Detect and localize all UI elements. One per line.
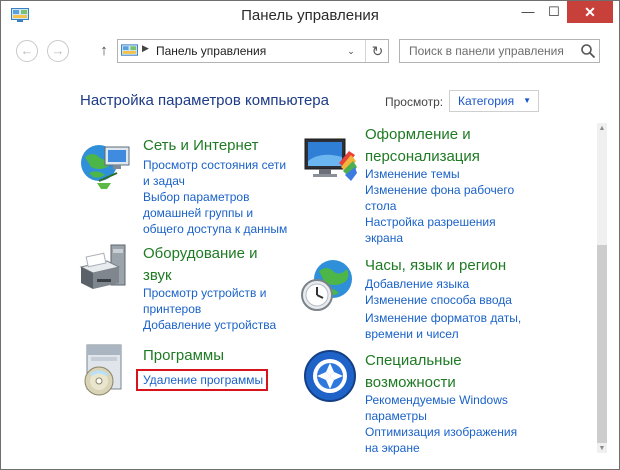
link-add-language[interactable]: Добавление языка: [365, 276, 469, 292]
appearance-monitor-icon[interactable]: [301, 133, 359, 191]
breadcrumb-current[interactable]: Панель управления: [156, 44, 266, 58]
link-recommended-settings[interactable]: Рекомендуемые Windows параметры: [365, 392, 508, 424]
refresh-button[interactable]: ↻: [365, 40, 389, 62]
category-title-line[interactable]: Оборудование и: [143, 243, 258, 265]
control-panel-window: Панель управления — ☐ ✕ ← → ↑ ▶ Панель у…: [0, 0, 620, 470]
title-bar[interactable]: Панель управления — ☐ ✕: [1, 1, 619, 31]
link-change-formats[interactable]: Изменение форматов даты, времени и чисел: [365, 310, 521, 342]
link-line[interactable]: Просмотр устройств и: [143, 285, 266, 301]
category-appearance-title[interactable]: Оформление и персонализация: [365, 124, 480, 168]
link-line[interactable]: общего доступа к данным: [143, 221, 287, 237]
view-by-label: Просмотр:: [385, 95, 444, 109]
link-devices-printers[interactable]: Просмотр устройств и принтеров: [143, 285, 266, 317]
clock-globe-icon[interactable]: [299, 257, 357, 315]
link-line[interactable]: домашней группы и: [143, 205, 287, 221]
category-hardware-title[interactable]: Оборудование и звук: [143, 243, 258, 287]
scrollbar-thumb[interactable]: [597, 245, 607, 443]
view-by-value: Категория: [458, 94, 515, 108]
link-line[interactable]: Добавление языка: [365, 276, 469, 292]
category-clock-title[interactable]: Часы, язык и регион: [365, 255, 506, 277]
category-title-line[interactable]: Сеть и Интернет: [143, 135, 259, 157]
link-line[interactable]: Выбор параметров: [143, 189, 287, 205]
navigation-bar: ← → ↑ ▶ Панель управления ⌄ ↻: [1, 31, 619, 71]
category-title-line[interactable]: звук: [143, 265, 258, 287]
back-button[interactable]: ←: [16, 40, 38, 62]
link-line[interactable]: Изменение форматов даты,: [365, 310, 521, 326]
link-line[interactable]: Изменение способа ввода: [365, 292, 512, 308]
up-button[interactable]: ↑: [97, 40, 111, 62]
link-line[interactable]: и задач: [143, 173, 286, 189]
link-line[interactable]: на экране: [365, 440, 517, 456]
link-line[interactable]: Добавление устройства: [143, 317, 276, 333]
category-title-line[interactable]: Специальные: [365, 350, 462, 372]
category-title-line[interactable]: Часы, язык и регион: [365, 255, 506, 277]
link-line[interactable]: времени и чисел: [365, 326, 521, 342]
scroll-up-arrow-icon[interactable]: ▲: [597, 125, 607, 132]
link-line[interactable]: Настройка разрешения: [365, 214, 496, 230]
address-history-dropdown[interactable]: ⌄: [344, 43, 358, 59]
link-line[interactable]: Оптимизация изображения: [365, 424, 517, 440]
link-network-status[interactable]: Просмотр состояния сети и задач: [143, 157, 286, 189]
category-ease-of-access-title[interactable]: Специальные возможности: [365, 350, 462, 394]
link-line[interactable]: Рекомендуемые Windows: [365, 392, 508, 408]
printer-hardware-icon[interactable]: [77, 241, 135, 299]
link-line[interactable]: Просмотр состояния сети: [143, 157, 286, 173]
link-line[interactable]: принтеров: [143, 301, 266, 317]
ease-of-access-icon[interactable]: [301, 347, 359, 405]
link-line[interactable]: Изменение темы: [365, 166, 460, 182]
category-title-line[interactable]: Оформление и: [365, 124, 480, 146]
search-icon[interactable]: [580, 43, 596, 59]
link-line[interactable]: экрана: [365, 230, 496, 246]
search-input[interactable]: [400, 40, 580, 62]
link-line[interactable]: параметры: [365, 408, 508, 424]
category-title-line[interactable]: Программы: [143, 345, 224, 367]
category-title-line[interactable]: персонализация: [365, 146, 480, 168]
close-button[interactable]: ✕: [567, 1, 613, 23]
link-screen-resolution[interactable]: Настройка разрешения экрана: [365, 214, 496, 246]
category-network-title[interactable]: Сеть и Интернет: [143, 135, 259, 157]
link-line[interactable]: Изменение фона рабочего: [365, 182, 514, 198]
dropdown-arrow-icon: ▼: [523, 96, 531, 105]
category-programs-title[interactable]: Программы: [143, 345, 224, 367]
uninstall-highlight-frame: [136, 369, 268, 391]
maximize-button[interactable]: ☐: [541, 1, 567, 23]
link-change-input-method[interactable]: Изменение способа ввода: [365, 292, 512, 308]
control-panel-icon: [121, 44, 138, 56]
link-homegroup-sharing[interactable]: Выбор параметров домашней группы и общег…: [143, 189, 287, 237]
link-add-device[interactable]: Добавление устройства: [143, 317, 276, 333]
link-change-theme[interactable]: Изменение темы: [365, 166, 460, 182]
scroll-down-arrow-icon[interactable]: ▼: [597, 445, 607, 452]
link-change-desktop-background[interactable]: Изменение фона рабочего стола: [365, 182, 514, 214]
page-heading: Настройка параметров компьютера: [80, 92, 329, 109]
link-line[interactable]: стола: [365, 198, 514, 214]
forward-button[interactable]: →: [47, 40, 69, 62]
category-title-line[interactable]: возможности: [365, 372, 462, 394]
breadcrumb-chevron-icon[interactable]: ▶: [142, 43, 149, 54]
view-by-dropdown[interactable]: Категория ▼: [449, 90, 539, 112]
network-globe-icon[interactable]: [77, 137, 135, 195]
link-optimize-display[interactable]: Оптимизация изображения на экране: [365, 424, 517, 456]
programs-disc-icon[interactable]: [77, 341, 135, 399]
address-bar[interactable]: ▶ Панель управления ⌄ ↻: [117, 39, 389, 63]
minimize-button[interactable]: —: [515, 1, 541, 23]
search-box[interactable]: [399, 39, 600, 63]
